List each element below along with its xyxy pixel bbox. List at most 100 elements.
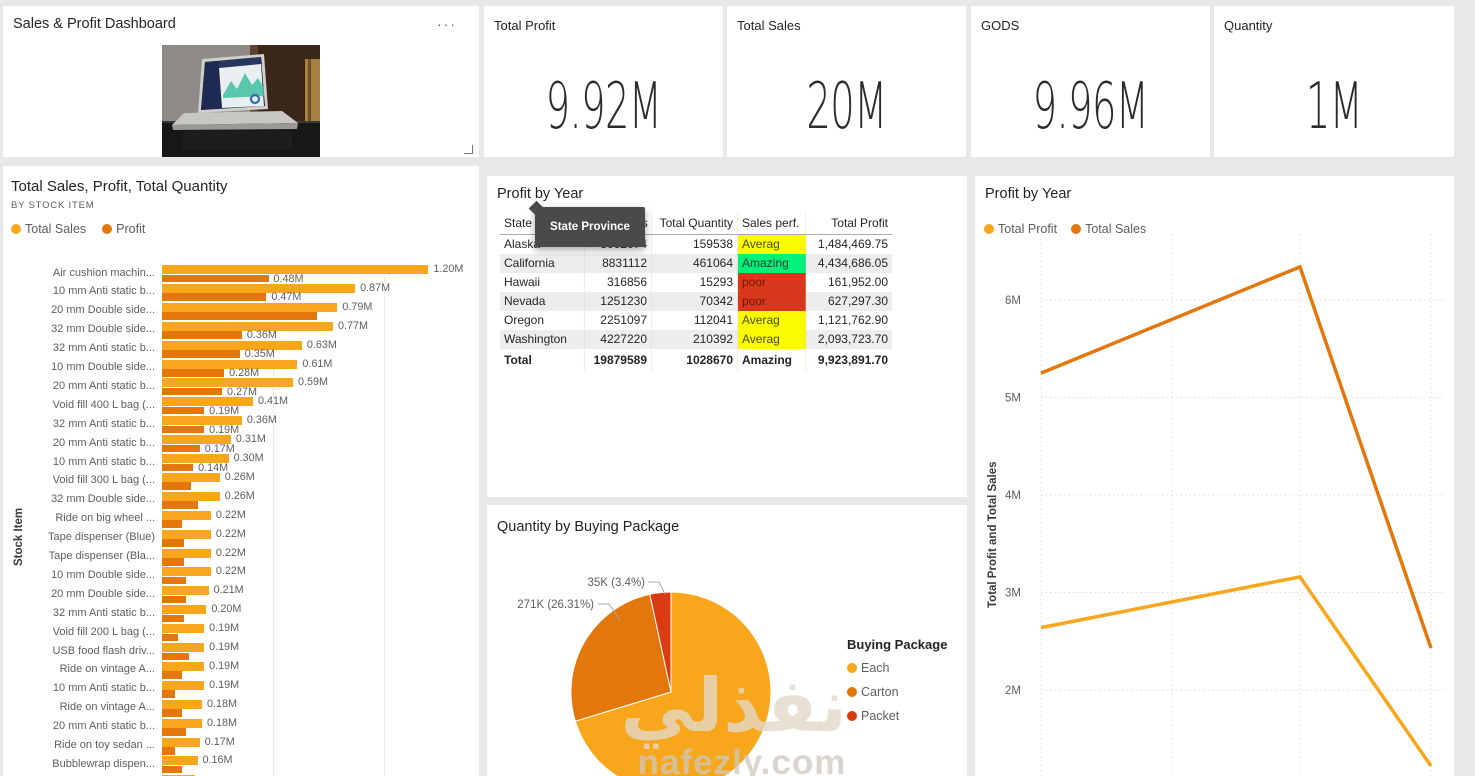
- profit-bar[interactable]: [162, 765, 182, 774]
- legend-dot-icon: [847, 663, 857, 673]
- profit-value-label: 0.48M: [273, 272, 304, 285]
- sales-bar[interactable]: [162, 699, 202, 709]
- table-row[interactable]: Washington 4227220 210392 Averag 2,093,723.7…: [500, 330, 892, 349]
- kpi-card-total-profit[interactable]: Total Profit 9.92M: [484, 6, 723, 157]
- table-row[interactable]: California 8831112 461064 Amazing 4,434,686.…: [500, 254, 892, 273]
- sales-bar[interactable]: [162, 680, 205, 690]
- bar-chart-legend: Total Sales Profit: [11, 222, 145, 236]
- sales-value-label: 0.59M: [297, 376, 328, 389]
- dashboard-title-card[interactable]: Sales & Profit Dashboard ···: [3, 6, 479, 157]
- table-cell: 70342: [652, 292, 738, 311]
- pie-data-label: 271K (26.31%): [517, 599, 594, 611]
- sales-bar[interactable]: [162, 737, 200, 747]
- profit-bar[interactable]: [162, 387, 222, 396]
- legend-item-profit[interactable]: Profit: [102, 222, 145, 236]
- legend-dot-icon: [102, 224, 113, 234]
- sales-value-label: 0.36M: [246, 414, 277, 427]
- kpi-label: Quantity: [1224, 18, 1273, 33]
- profit-bar[interactable]: [162, 482, 191, 490]
- profit-bar[interactable]: [162, 576, 187, 585]
- profit-bar[interactable]: [162, 709, 182, 717]
- kpi-card-gods[interactable]: GODS 9.96M: [971, 6, 1210, 157]
- sales-bar[interactable]: [162, 586, 209, 596]
- table-row[interactable]: Hawaii 316856 15293 poor 161,952.00: [500, 273, 892, 292]
- bar-category-label: Void fill 400 L bag (...: [52, 398, 155, 411]
- kpi-card-total-sales[interactable]: Total Sales 20M: [727, 6, 966, 157]
- profit-bar[interactable]: [162, 595, 187, 604]
- legend-item-carton[interactable]: Carton: [847, 685, 965, 699]
- sales-bar[interactable]: [162, 397, 254, 407]
- legend-item-each[interactable]: Each: [847, 661, 965, 675]
- legend-item-total-sales[interactable]: Total Sales: [11, 222, 86, 236]
- profit-bar[interactable]: [162, 652, 189, 660]
- sales-value-label: 1.20M: [433, 264, 464, 275]
- profit-bar[interactable]: [162, 312, 318, 320]
- bar-chart-subtitle: BY STOCK ITEM: [11, 200, 95, 211]
- sales-bar[interactable]: [162, 548, 211, 558]
- table-cell: 2251097: [585, 311, 652, 330]
- profit-bar[interactable]: [162, 350, 240, 358]
- profit-value-label: 0.35M: [244, 348, 275, 361]
- sales-bar[interactable]: [162, 756, 198, 766]
- sales-bar[interactable]: [162, 283, 356, 293]
- bar-category-label: 10 mm Anti static b...: [52, 682, 155, 695]
- sales-bar[interactable]: [162, 340, 302, 350]
- profit-bar[interactable]: [162, 520, 182, 528]
- profit-bar[interactable]: [162, 444, 200, 453]
- profit-bar[interactable]: [162, 558, 185, 566]
- profit-value-label: 0.36M: [246, 329, 277, 342]
- legend-item-packet[interactable]: Packet: [847, 709, 965, 723]
- sales-bar[interactable]: [162, 718, 202, 728]
- profit-bar[interactable]: [162, 539, 185, 547]
- bar-category-label: 20 mm Double side...: [51, 587, 155, 600]
- table-cell: 4227220: [585, 330, 652, 349]
- kpi-card-quantity[interactable]: Quantity 1M: [1214, 6, 1454, 157]
- sales-value-label: 0.31M: [235, 433, 266, 446]
- column-header[interactable]: Total Quantity: [652, 212, 738, 234]
- profit-bar[interactable]: [162, 728, 187, 736]
- sales-bar[interactable]: [162, 567, 211, 577]
- more-options-icon[interactable]: ···: [437, 16, 457, 32]
- profit-bar[interactable]: [162, 369, 225, 377]
- sales-value-label: 0.22M: [215, 527, 246, 540]
- table-row[interactable]: Oregon 2251097 112041 Averag 1,121,762.90: [500, 311, 892, 330]
- profit-bar[interactable]: [162, 274, 269, 282]
- year-line-chart-card: Profit by Year Total Profit Total Sales …: [975, 176, 1454, 776]
- column-header[interactable]: Total Profit: [806, 212, 892, 234]
- sales-value-label: 0.63M: [306, 338, 337, 351]
- stock-bar-plot: Air cushion machin... 1.20M 0.48M 10 mm Ant…: [3, 264, 475, 776]
- profit-bar[interactable]: [162, 425, 205, 434]
- sales-bar[interactable]: [162, 491, 220, 501]
- sales-bar[interactable]: [162, 624, 205, 634]
- profit-bar[interactable]: [162, 293, 267, 301]
- profit-bar[interactable]: [162, 501, 198, 509]
- resize-corner-icon[interactable]: [464, 145, 473, 154]
- table-row[interactable]: Nevada 1251230 70342 poor 627,297.30: [500, 292, 892, 311]
- sales-bar[interactable]: [162, 643, 205, 652]
- bar-category-label: Bubblewrap dispen...: [52, 757, 155, 770]
- profit-bar[interactable]: [162, 331, 242, 339]
- table-cell: 8831112: [585, 254, 652, 273]
- profit-bar[interactable]: [162, 633, 178, 642]
- line-series-total-profit[interactable]: [1040, 574, 1433, 767]
- profit-bar[interactable]: [162, 463, 194, 471]
- sales-bar[interactable]: [162, 529, 211, 539]
- sales-bar[interactable]: [162, 510, 211, 520]
- sales-bar[interactable]: [162, 605, 207, 615]
- sales-bar[interactable]: [162, 661, 205, 671]
- bar-category-label: 10 mm Anti static b...: [52, 455, 155, 468]
- table-cell: 316856: [585, 273, 652, 292]
- profit-bar[interactable]: [162, 406, 205, 415]
- column-header[interactable]: Sales perf.: [738, 212, 806, 234]
- x-gridline: [384, 264, 385, 776]
- profit-bar[interactable]: [162, 747, 176, 755]
- legend-dot-icon: [11, 224, 21, 234]
- state-table-total-row[interactable]: Total 19879589 1028670 Amazing 9,923,891.70: [500, 349, 892, 371]
- profit-bar[interactable]: [162, 671, 182, 679]
- y-axis-tick-label: 4M: [1005, 490, 1021, 502]
- profit-bar[interactable]: [162, 614, 185, 623]
- sales-bar[interactable]: [162, 302, 338, 312]
- sales-bar[interactable]: [162, 472, 220, 482]
- bar-category-label: Ride on big wheel ...: [55, 512, 155, 525]
- profit-bar[interactable]: [162, 690, 176, 698]
